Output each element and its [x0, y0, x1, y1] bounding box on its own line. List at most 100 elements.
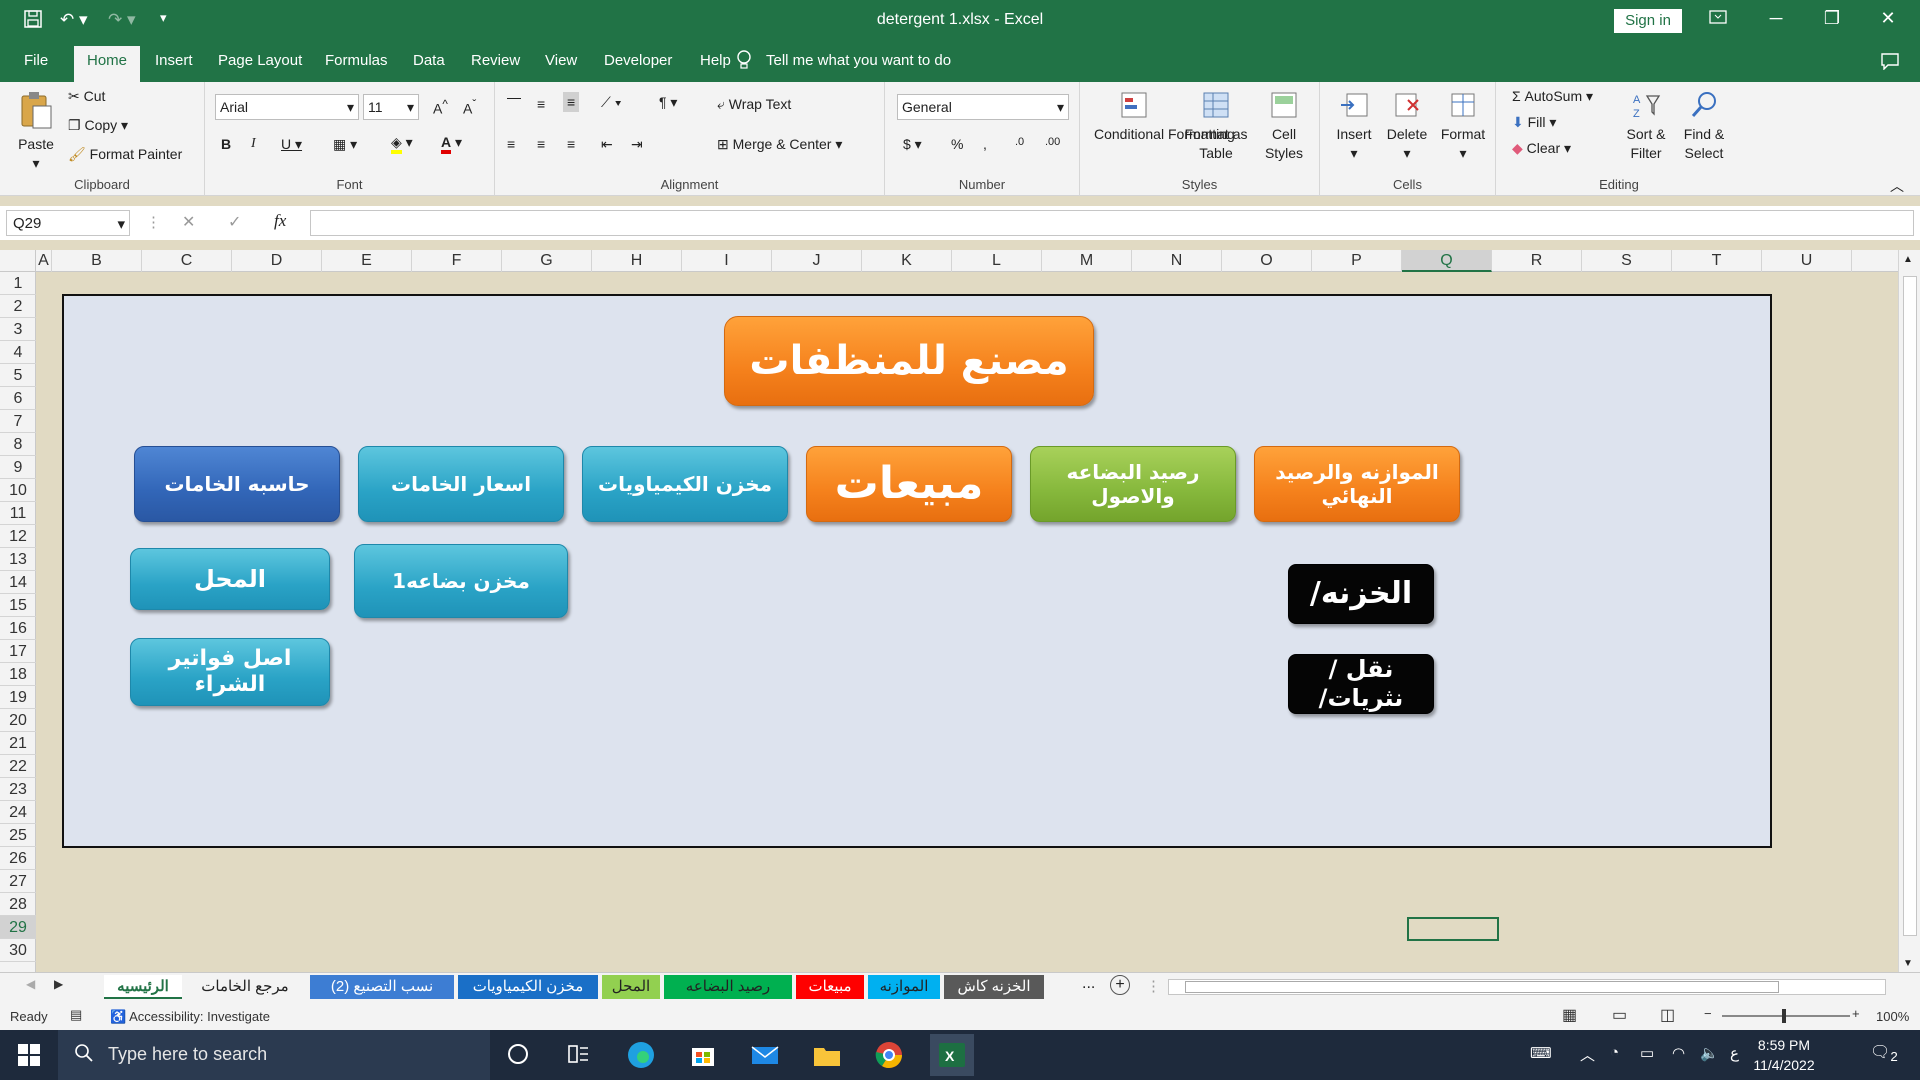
font-name-select[interactable]: Arial ▾	[215, 94, 359, 120]
tell-me-search[interactable]: Tell me what you want to do	[737, 50, 951, 69]
row-header-27[interactable]: 27	[0, 870, 36, 893]
page-layout-view-icon[interactable]: ▭	[1612, 1005, 1627, 1025]
comments-icon[interactable]	[1880, 52, 1900, 74]
column-header-I[interactable]: I	[682, 250, 772, 272]
sheet-tab-materials-ref[interactable]: مرجع الخامات	[186, 975, 304, 999]
prev-sheet-icon[interactable]: ◀	[26, 977, 35, 991]
row-header-14[interactable]: 14	[0, 571, 36, 594]
row-header-4[interactable]: 4	[0, 341, 36, 364]
goods-store-button[interactable]: مخزن بضاعه1	[354, 544, 568, 618]
selected-cell[interactable]	[1407, 917, 1499, 941]
insert-function-button[interactable]: fx	[274, 211, 286, 231]
sheet-tab-main[interactable]: الرئيسيه	[104, 975, 182, 999]
increase-font-icon[interactable]: A^	[433, 98, 448, 117]
column-header-L[interactable]: L	[952, 250, 1042, 272]
scroll-down-icon[interactable]: ▼	[1903, 958, 1913, 969]
underline-button[interactable]: U ▾	[281, 136, 302, 153]
tab-insert[interactable]: Insert	[155, 52, 193, 69]
select-all-corner[interactable]	[0, 250, 36, 272]
column-header-D[interactable]: D	[232, 250, 322, 272]
column-header-R[interactable]: R	[1492, 250, 1582, 272]
align-bottom-icon[interactable]: ≡	[563, 92, 580, 112]
cut-button[interactable]: ✂ Cut	[68, 88, 105, 105]
notifications-icon[interactable]: 🗨2	[1870, 1042, 1898, 1064]
number-format-select[interactable]: General ▾	[897, 94, 1069, 120]
calc-materials-button[interactable]: حاسبه الخامات	[134, 446, 340, 522]
align-top-icon[interactable]: ⎺	[507, 96, 521, 113]
column-header-A[interactable]: A	[36, 250, 52, 272]
shop-button[interactable]: المحل	[130, 548, 330, 610]
decrease-font-icon[interactable]: Aˇ	[463, 98, 476, 117]
accessibility-status[interactable]: ♿ Accessibility: Investigate	[110, 1009, 270, 1025]
row-header-23[interactable]: 23	[0, 778, 36, 801]
column-header-J[interactable]: J	[772, 250, 862, 272]
align-right-icon[interactable]: ≡	[567, 136, 575, 152]
battery-icon[interactable]: ▭	[1640, 1044, 1654, 1062]
row-header-2[interactable]: 2	[0, 295, 36, 318]
column-header-S[interactable]: S	[1582, 250, 1672, 272]
sheet-tab-shop[interactable]: المحل	[602, 975, 660, 999]
align-left-icon[interactable]: ≡	[507, 136, 515, 152]
row-header-9[interactable]: 9	[0, 456, 36, 479]
store-icon[interactable]	[688, 1040, 718, 1070]
normal-view-icon[interactable]: ▦	[1562, 1005, 1577, 1025]
tab-formulas[interactable]: Formulas	[325, 52, 388, 69]
chemicals-store-button[interactable]: مخزن الكيمياويات	[582, 446, 788, 522]
row-header-26[interactable]: 26	[0, 847, 36, 870]
increase-indent-icon[interactable]: ⇥	[631, 136, 643, 153]
row-header-3[interactable]: 3	[0, 318, 36, 341]
language-indicator[interactable]: ع	[1730, 1044, 1739, 1062]
tab-file[interactable]: File	[24, 52, 48, 69]
tab-help[interactable]: Help	[700, 52, 731, 69]
transport-button[interactable]: نقل /نثريات/	[1288, 654, 1434, 714]
find-select-button[interactable]: Find & Select	[1676, 90, 1732, 163]
rtl-icon[interactable]: ¶ ▾	[659, 94, 677, 111]
restore-icon[interactable]: ❐	[1812, 8, 1852, 29]
excel-taskbar-icon[interactable]: X	[930, 1034, 974, 1076]
tab-review[interactable]: Review	[471, 52, 520, 69]
ribbon-display-icon[interactable]	[1698, 8, 1738, 29]
column-header-F[interactable]: F	[412, 250, 502, 272]
show-hidden-icons[interactable]: ︿	[1580, 1044, 1595, 1065]
network-icon[interactable]: ◔	[1610, 1044, 1619, 1061]
increase-decimal-icon[interactable]: .0	[1015, 136, 1024, 148]
column-header-G[interactable]: G	[502, 250, 592, 272]
volume-icon[interactable]: 🔈	[1700, 1044, 1719, 1062]
font-color-icon[interactable]: A ▾	[441, 134, 462, 154]
copy-button[interactable]: ❐ Copy ▾	[68, 117, 128, 134]
column-header-C[interactable]: C	[142, 250, 232, 272]
sort-filter-button[interactable]: AZ Sort & Filter	[1620, 90, 1672, 163]
vertical-scrollbar[interactable]: ▲ ▼	[1898, 250, 1920, 980]
more-sheets-button[interactable]: ...	[1082, 975, 1095, 993]
wifi-icon[interactable]: ◠	[1672, 1044, 1685, 1062]
row-header-30[interactable]: 30	[0, 939, 36, 962]
row-header-29[interactable]: 29	[0, 916, 36, 939]
next-sheet-icon[interactable]: ▶	[54, 977, 63, 991]
format-painter-button[interactable]: 🖌 Format Painter	[68, 146, 182, 163]
zoom-in-icon[interactable]: +	[1852, 1006, 1860, 1021]
collapse-ribbon-icon[interactable]: ︿	[1890, 176, 1904, 196]
orientation-icon[interactable]: ⟋ ▾	[601, 94, 622, 111]
taskbar-search[interactable]: Type here to search	[58, 1030, 490, 1080]
row-header-7[interactable]: 7	[0, 410, 36, 433]
row-header-21[interactable]: 21	[0, 732, 36, 755]
column-header-P[interactable]: P	[1312, 250, 1402, 272]
worksheet[interactable]: مصنع للمنظفات حاسبه الخامات اسعار الخاما…	[36, 272, 1898, 972]
tab-page-layout[interactable]: Page Layout	[218, 52, 302, 69]
align-center-icon[interactable]: ≡	[537, 136, 545, 152]
name-box[interactable]: Q29 ▾	[6, 210, 130, 236]
bold-button[interactable]: B	[221, 136, 231, 152]
zoom-thumb[interactable]	[1782, 1009, 1786, 1023]
row-header-25[interactable]: 25	[0, 824, 36, 847]
row-header-8[interactable]: 8	[0, 433, 36, 456]
currency-icon[interactable]: $ ▾	[903, 136, 922, 153]
row-header-5[interactable]: 5	[0, 364, 36, 387]
cell-styles-button[interactable]: Cell Styles	[1256, 90, 1312, 163]
budget-button[interactable]: الموازنه والرصيد النهائي	[1254, 446, 1460, 522]
delete-cells-button[interactable]: Delete ▾	[1382, 90, 1432, 163]
tab-view[interactable]: View	[545, 52, 577, 69]
formula-input[interactable]	[310, 210, 1914, 236]
decrease-indent-icon[interactable]: ⇤	[601, 136, 613, 153]
cancel-icon[interactable]: ✕	[182, 212, 195, 232]
chrome-icon[interactable]	[874, 1040, 904, 1070]
